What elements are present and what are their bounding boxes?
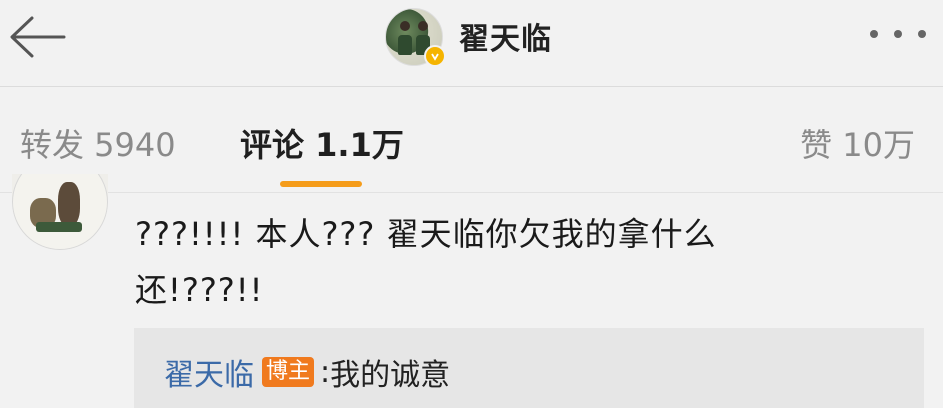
header-divider [0,86,943,87]
active-tab-indicator [280,181,362,187]
comment-body: ???!!!! 本人??? 翟天临你欠我的拿什么 还!???!! [135,206,815,318]
comment-line-2: 还!???!! [135,271,264,309]
tab-repost[interactable]: 转发 5940 [20,120,176,166]
reply-line: 翟天临 博主 : 我的诚意 [164,350,450,394]
more-button[interactable] [866,22,930,46]
back-button[interactable] [6,12,70,62]
tabs-divider [0,192,943,193]
tab-comment[interactable]: 评论 1.1万 [240,120,404,166]
reply-separator: : [320,354,331,390]
page-title: 翟天临 [459,22,552,57]
verified-icon [424,45,446,67]
arrow-left-icon [10,16,66,58]
reply-text: 我的诚意 [330,358,451,393]
commenter-avatar[interactable] [12,174,108,250]
more-horizontal-icon [870,30,926,38]
tab-like[interactable]: 赞 10万 [800,120,915,166]
author-avatar[interactable] [385,8,446,67]
comment-line-1: ???!!!! 本人??? 翟天临你欠我的拿什么 [135,215,717,253]
reply-author-link[interactable]: 翟天临 [164,350,254,394]
top-bar: 翟天临 [0,0,943,86]
host-badge: 博主 [262,357,315,387]
